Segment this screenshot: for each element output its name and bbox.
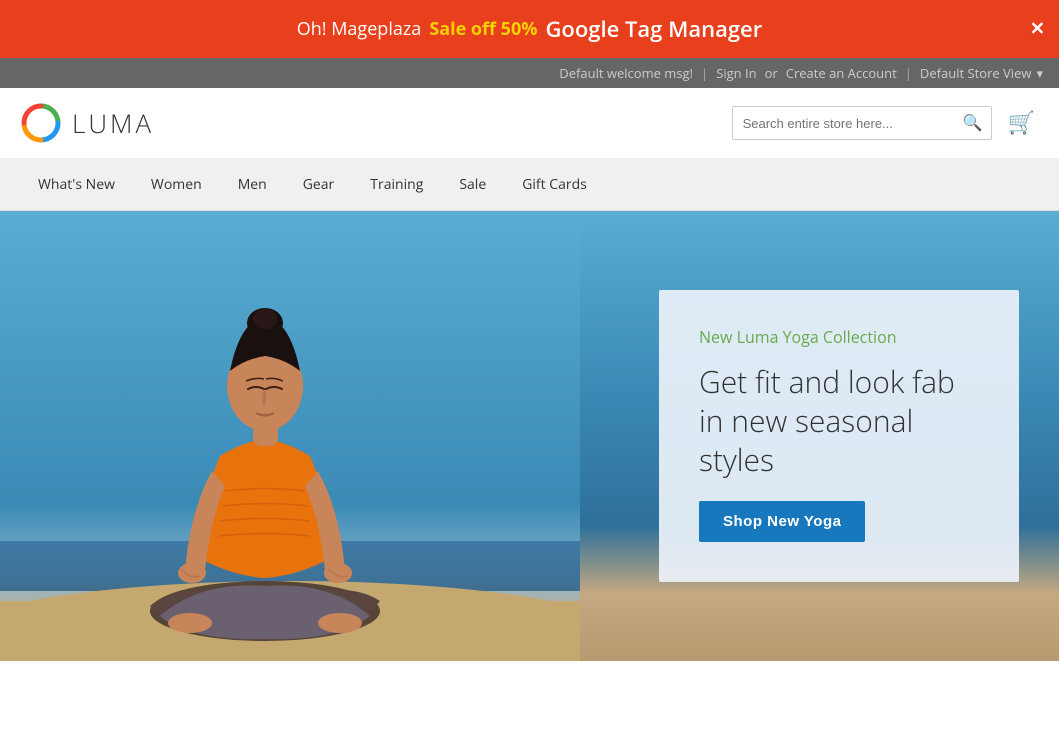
banner-title: Google Tag Manager [545,14,762,44]
banner-close-button[interactable]: ✕ [1030,19,1045,40]
search-box[interactable]: 🔍 [732,106,992,140]
shop-new-yoga-button[interactable]: Shop New Yoga [699,501,865,542]
banner-content: Oh! Mageplaza Sale off 50% Google Tag Ma… [297,14,762,44]
site-header: LUMA 🔍 🛒 [0,88,1059,159]
nav-item-gift-cards[interactable]: Gift Cards [504,159,605,210]
store-view-selector[interactable]: Default Store View [920,64,1043,82]
luma-logo-icon [20,102,62,144]
store-view-label: Default Store View [920,64,1032,82]
nav-item-training[interactable]: Training [352,159,441,210]
nav-item-men[interactable]: Men [220,159,285,210]
separator: | [701,64,708,82]
header-right: 🔍 🛒 [732,106,1039,140]
nav-item-sale[interactable]: Sale [441,159,504,210]
banner-sale: Sale off 50% [429,17,537,41]
account-bar: Default welcome msg! | Sign In or Create… [0,58,1059,88]
hero-headline: Get fit and look fab in new seasonal sty… [699,362,979,479]
banner-brand: Oh! Mageplaza [297,17,422,41]
nav-item-gear[interactable]: Gear [285,159,353,210]
search-input[interactable] [733,108,955,139]
logo-area[interactable]: LUMA [20,102,154,144]
separator-2: | [905,64,912,82]
hero-section: New Luma Yoga Collection Get fit and loo… [0,211,1059,661]
nav-item-women[interactable]: Women [133,159,220,210]
cart-button[interactable]: 🛒 [1004,106,1039,140]
main-navigation: What's New Women Men Gear Training Sale … [0,159,1059,211]
search-icon: 🔍 [963,115,983,132]
yoga-figure-illustration [0,211,580,661]
hero-card: New Luma Yoga Collection Get fit and loo… [659,290,1019,582]
sign-in-link[interactable]: Sign In [716,64,756,82]
welcome-message: Default welcome msg! [559,64,693,82]
nav-item-whats-new[interactable]: What's New [20,159,133,210]
store-view-chevron-icon [1034,64,1043,82]
cart-icon: 🛒 [1008,110,1035,135]
or-text: or [765,64,778,82]
top-banner: Oh! Mageplaza Sale off 50% Google Tag Ma… [0,0,1059,58]
search-button[interactable]: 🔍 [955,107,991,139]
collection-label: New Luma Yoga Collection [699,326,979,348]
logo-text: LUMA [72,105,154,141]
create-account-link[interactable]: Create an Account [786,64,897,82]
